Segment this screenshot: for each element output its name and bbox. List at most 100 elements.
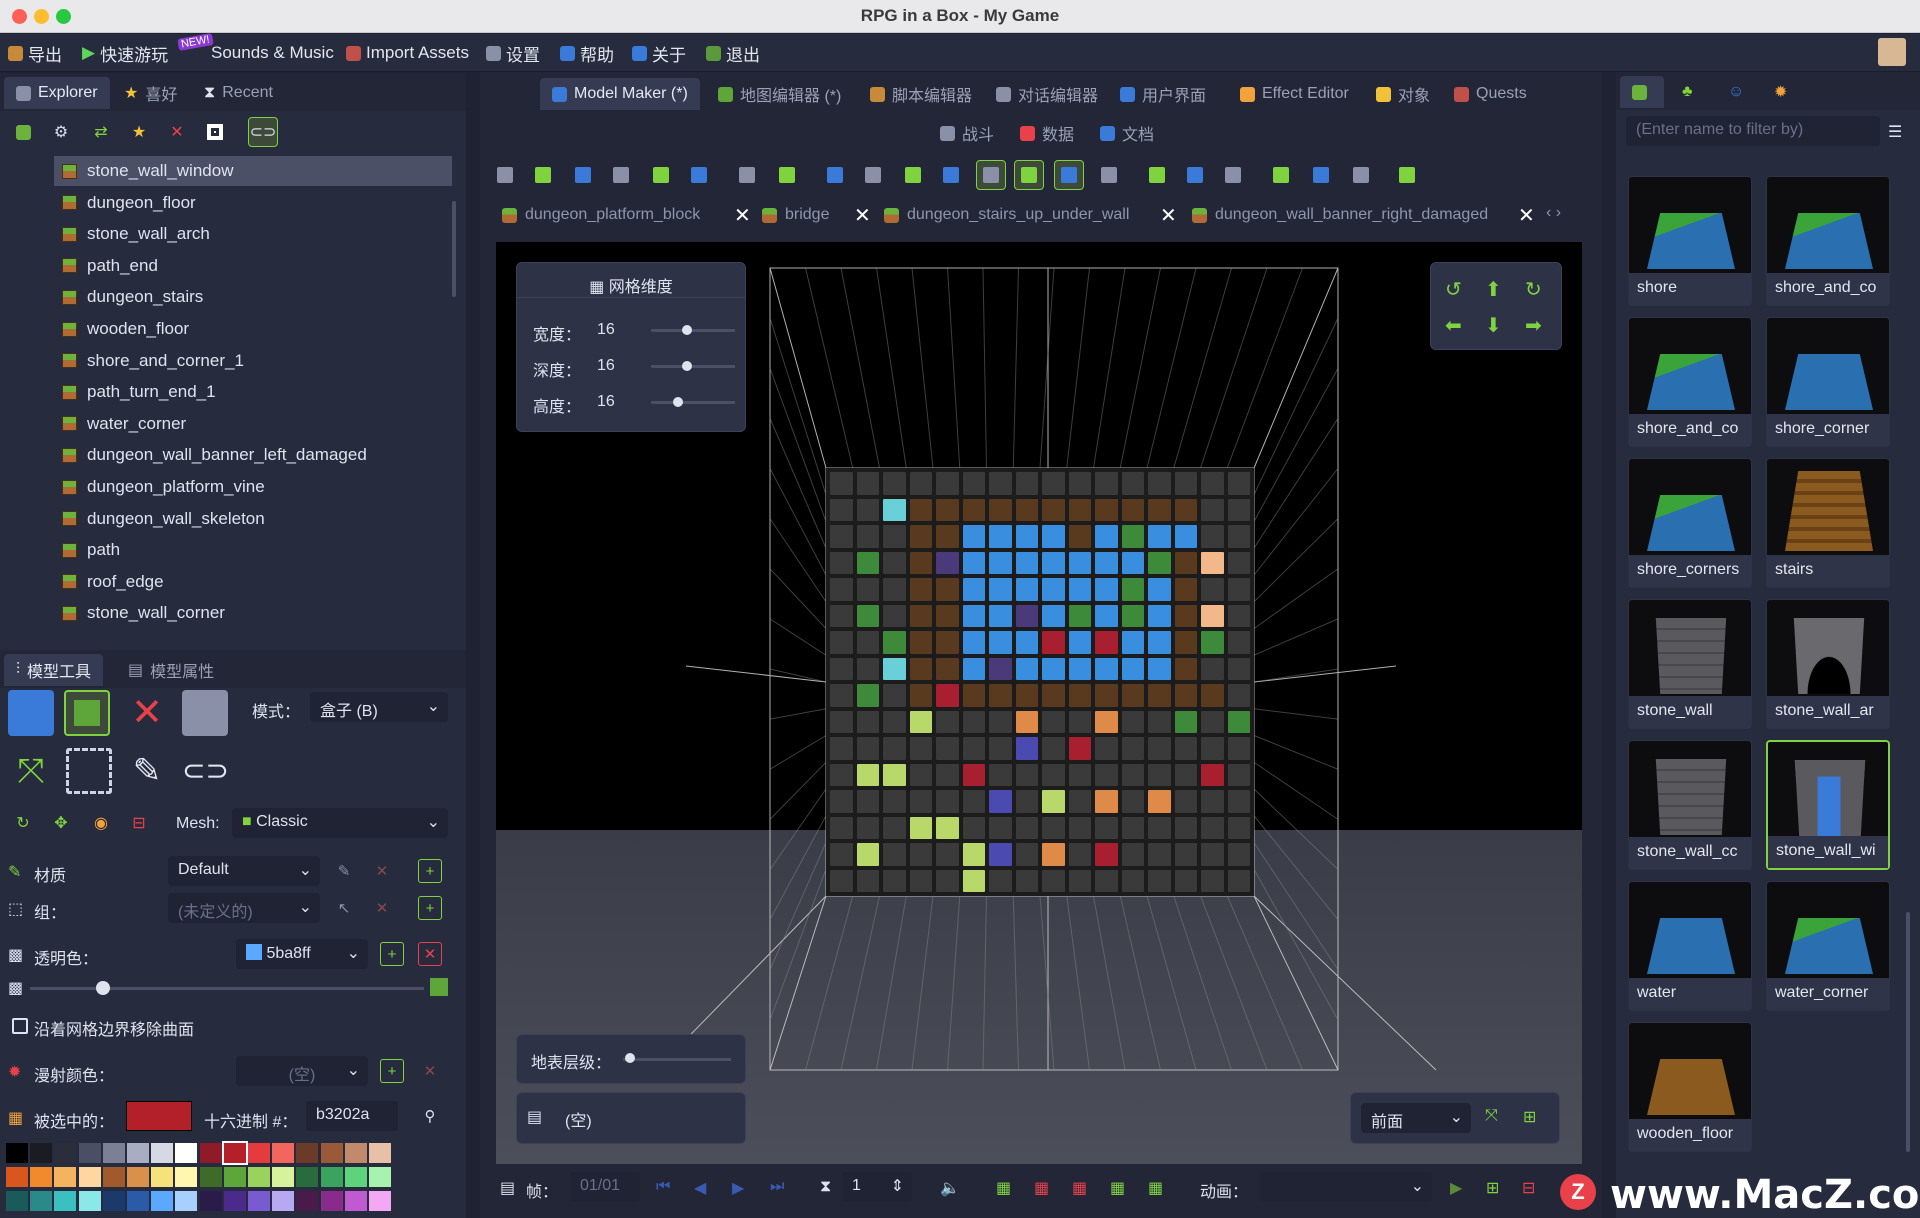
menu-quit[interactable]: 退出: [706, 42, 760, 65]
save-as-button[interactable]: [568, 160, 598, 190]
palette-swatch[interactable]: [54, 1143, 77, 1163]
ground-level-handle[interactable]: [625, 1053, 635, 1063]
first-frame-icon[interactable]: ⏮: [656, 1178, 670, 1196]
voxel-cell[interactable]: [989, 843, 1012, 866]
voxel-cell[interactable]: [936, 551, 959, 574]
voxel-cell[interactable]: [1042, 737, 1065, 760]
voxel-cell[interactable]: [1174, 472, 1197, 495]
voxel-cell[interactable]: [1148, 498, 1171, 521]
diffuse-select[interactable]: (空) ⌄: [236, 1056, 368, 1086]
frame-field[interactable]: 01/01: [570, 1172, 640, 1202]
tree-item[interactable]: path_turn_end_1: [54, 377, 452, 407]
voxel-cell[interactable]: [830, 790, 853, 813]
voxel-cell[interactable]: [883, 710, 906, 733]
asset-thumbnail[interactable]: shore_and_co: [1628, 317, 1752, 447]
voxel-cell[interactable]: [1042, 790, 1065, 813]
voxel-cell[interactable]: [1121, 551, 1144, 574]
tab-characters[interactable]: ☺: [1716, 76, 1756, 108]
voxel-cell[interactable]: [883, 657, 906, 680]
eyedropper-tool-icon[interactable]: ✎: [124, 748, 170, 794]
document-tab[interactable]: dungeon_stairs_up_under_wall: [884, 200, 1129, 230]
voxel-cell[interactable]: [830, 843, 853, 866]
voxel-cell[interactable]: [989, 790, 1012, 813]
asset-thumbnail[interactable]: shore_and_co: [1766, 176, 1890, 306]
sound-icon[interactable]: 🔈: [940, 1178, 960, 1198]
voxel-cell[interactable]: [830, 631, 853, 654]
tab-explorer[interactable]: Explorer: [4, 77, 110, 109]
voxel-cell[interactable]: [1148, 472, 1171, 495]
favorite-button[interactable]: ★: [124, 117, 154, 147]
voxel-cell[interactable]: [1042, 631, 1065, 654]
arrow-right-icon[interactable]: ➡: [1525, 313, 1542, 338]
redo-button[interactable]: [772, 160, 802, 190]
paint-view-button[interactable]: [936, 160, 966, 190]
voxel-cell[interactable]: [1148, 551, 1171, 574]
editor-tab[interactable]: Quests: [1442, 78, 1539, 110]
menu-import-assets[interactable]: Import Assets: [346, 42, 469, 64]
voxel-cell[interactable]: [856, 657, 879, 680]
menu-about[interactable]: 关于: [632, 42, 686, 65]
voxel-cell[interactable]: [1148, 657, 1171, 680]
frame-tool-2-icon[interactable]: ▦: [1034, 1178, 1049, 1198]
link-tool-icon[interactable]: ⊂⊃: [182, 748, 229, 794]
palette-swatch[interactable]: [127, 1143, 149, 1163]
rotate-button[interactable]: ↻: [8, 808, 38, 838]
voxel-cell[interactable]: [883, 551, 906, 574]
voxel-cell[interactable]: [1068, 604, 1091, 627]
voxel-cell[interactable]: [1068, 790, 1091, 813]
close-tab-icon[interactable]: ✕: [854, 200, 871, 230]
tree-item[interactable]: roof_edge: [54, 567, 452, 597]
refresh-button[interactable]: ⇄: [86, 117, 116, 147]
asset-thumbnail[interactable]: water: [1628, 881, 1752, 1011]
voxel-cell[interactable]: [936, 710, 959, 733]
voxel-cell[interactable]: [1174, 631, 1197, 654]
palette-swatch[interactable]: [54, 1191, 77, 1211]
frame-tool-5-icon[interactable]: ▦: [1148, 1178, 1163, 1198]
voxel-cell[interactable]: [1148, 737, 1171, 760]
voxel-cell[interactable]: [936, 498, 959, 521]
voxel-cell[interactable]: [1148, 684, 1171, 707]
tree-item[interactable]: stone_wall_corner: [54, 598, 452, 628]
voxel-cell[interactable]: [1201, 604, 1224, 627]
voxel-cell[interactable]: [1068, 763, 1091, 786]
voxel-cell[interactable]: [989, 525, 1012, 548]
voxel-cell[interactable]: [1068, 657, 1091, 680]
voxel-cell[interactable]: [1227, 684, 1250, 707]
voxel-cell[interactable]: [830, 816, 853, 839]
voxel-cell[interactable]: [830, 710, 853, 733]
voxel-cell[interactable]: [1015, 525, 1038, 548]
voxel-cell[interactable]: [856, 869, 879, 892]
mesh-select[interactable]: ■ Classic ⌄: [232, 808, 448, 838]
tree-item[interactable]: dungeon_stairs: [54, 282, 452, 312]
palette-swatch[interactable]: [296, 1191, 319, 1211]
material-select[interactable]: Default ⌄: [168, 856, 320, 886]
voxel-cell[interactable]: [883, 498, 906, 521]
voxel-cell[interactable]: [1042, 710, 1065, 733]
voxel-cell[interactable]: [1227, 631, 1250, 654]
voxel-cell[interactable]: [1068, 551, 1091, 574]
voxel-cell[interactable]: [962, 498, 985, 521]
arrow-up-icon[interactable]: ⬆: [1485, 277, 1502, 302]
asset-thumbnail[interactable]: stone_wall_ar: [1766, 599, 1890, 729]
voxel-cell[interactable]: [1068, 472, 1091, 495]
voxel-cell[interactable]: [830, 472, 853, 495]
voxel-cell[interactable]: [936, 578, 959, 601]
add-group-button[interactable]: +: [418, 896, 442, 920]
voxel-cell[interactable]: [883, 843, 906, 866]
palette-swatch[interactable]: [296, 1143, 319, 1163]
voxel-cell[interactable]: [1068, 684, 1091, 707]
next-frame-icon[interactable]: ▶: [732, 1178, 744, 1198]
grid-toggle-button[interactable]: [820, 160, 850, 190]
palette-swatch[interactable]: [223, 1191, 246, 1211]
voxel-cell[interactable]: [909, 869, 932, 892]
palette-swatch[interactable]: [248, 1167, 270, 1187]
paint-box-tool-icon[interactable]: [64, 690, 110, 736]
voxel-cell[interactable]: [1042, 869, 1065, 892]
voxel-cell[interactable]: [856, 551, 879, 574]
palette-swatch[interactable]: [102, 1191, 125, 1211]
voxel-cell[interactable]: [1174, 578, 1197, 601]
voxel-cell[interactable]: [936, 869, 959, 892]
voxel-cell[interactable]: [856, 843, 879, 866]
palette-swatch[interactable]: [248, 1191, 270, 1211]
voxel-cell[interactable]: [989, 763, 1012, 786]
